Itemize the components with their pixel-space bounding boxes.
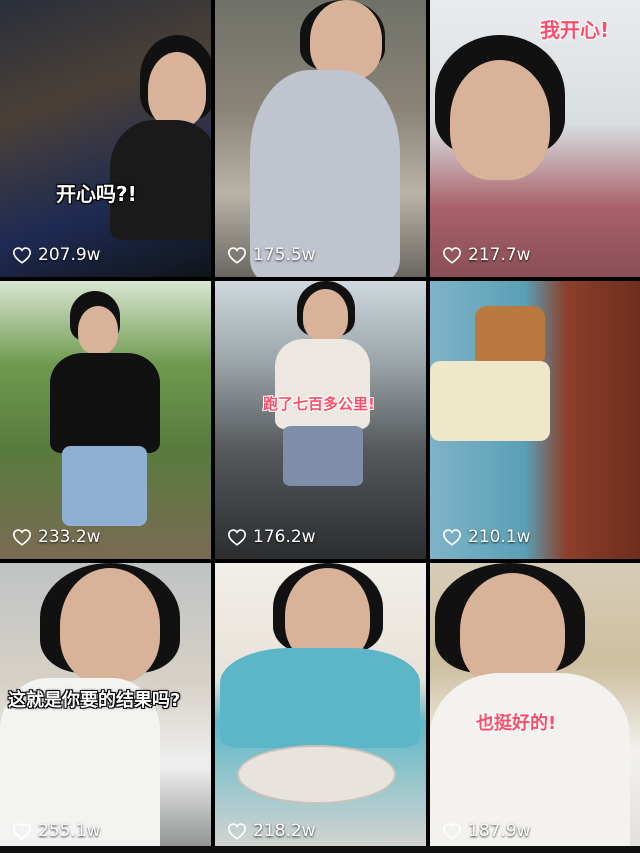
heart-outline-icon: [227, 823, 247, 840]
video-tile-1[interactable]: 开心吗?! 207.9w: [0, 0, 211, 277]
heart-outline-icon: [442, 529, 462, 546]
video-caption: 我开心!: [540, 18, 610, 42]
video-caption: 开心吗?!: [56, 182, 137, 206]
like-count: 176.2w: [227, 527, 316, 547]
heart-outline-icon: [227, 247, 247, 264]
like-count: 233.2w: [12, 527, 101, 547]
figure-face: [78, 306, 118, 354]
like-count-text: 187.9w: [468, 821, 531, 841]
video-caption: 这就是你要的结果吗?: [8, 690, 181, 711]
video-tile-4[interactable]: 233.2w: [0, 281, 211, 559]
video-grid: 开心吗?! 207.9w 175.5w 我开心! 217.7w 233.2w 跑…: [0, 0, 640, 853]
video-tile-2[interactable]: 175.5w: [215, 0, 426, 277]
video-tile-6[interactable]: 210.1w: [430, 281, 640, 559]
figure-face: [303, 289, 348, 341]
figure-face: [60, 568, 160, 683]
heart-outline-icon: [12, 529, 32, 546]
like-count-text: 233.2w: [38, 527, 101, 547]
heart-outline-icon: [12, 247, 32, 264]
like-count-text: 210.1w: [468, 527, 531, 547]
figure-face: [460, 573, 565, 688]
like-count: 210.1w: [442, 527, 531, 547]
video-tile-9[interactable]: 也挺好的! 187.9w: [430, 563, 640, 853]
heart-outline-icon: [12, 823, 32, 840]
figure-face: [148, 52, 206, 127]
figure-shorts: [62, 446, 147, 526]
bed-blanket: [430, 361, 550, 441]
figure-shirt: [220, 648, 420, 748]
bed-headboard: [475, 306, 545, 361]
heart-outline-icon: [227, 529, 247, 546]
heart-outline-icon: [442, 823, 462, 840]
figure-shirt: [50, 353, 160, 453]
like-count: 187.9w: [442, 821, 531, 841]
video-tile-8[interactable]: 218.2w: [215, 563, 426, 853]
like-count: 255.1w: [12, 821, 101, 841]
figure-face: [450, 60, 550, 180]
like-count: 218.2w: [227, 821, 316, 841]
video-tile-5[interactable]: 跑了七百多公里! 176.2w: [215, 281, 426, 559]
figure-face: [310, 0, 382, 80]
next-row-edge: [0, 846, 640, 853]
like-count-text: 255.1w: [38, 821, 101, 841]
like-count-text: 217.7w: [468, 245, 531, 265]
figure-top: [275, 339, 370, 429]
figure-shorts: [283, 426, 363, 486]
video-tile-7[interactable]: 这就是你要的结果吗? 255.1w: [0, 563, 211, 853]
video-caption: 跑了七百多公里!: [263, 395, 375, 413]
heart-outline-icon: [442, 247, 462, 264]
like-count: 207.9w: [12, 245, 101, 265]
food-plate: [237, 745, 396, 804]
like-count-text: 176.2w: [253, 527, 316, 547]
like-count-text: 218.2w: [253, 821, 316, 841]
video-caption: 也挺好的!: [476, 713, 557, 734]
like-count-text: 175.5w: [253, 245, 316, 265]
video-tile-3[interactable]: 我开心! 217.7w: [430, 0, 640, 277]
like-count: 175.5w: [227, 245, 316, 265]
like-count: 217.7w: [442, 245, 531, 265]
like-count-text: 207.9w: [38, 245, 101, 265]
